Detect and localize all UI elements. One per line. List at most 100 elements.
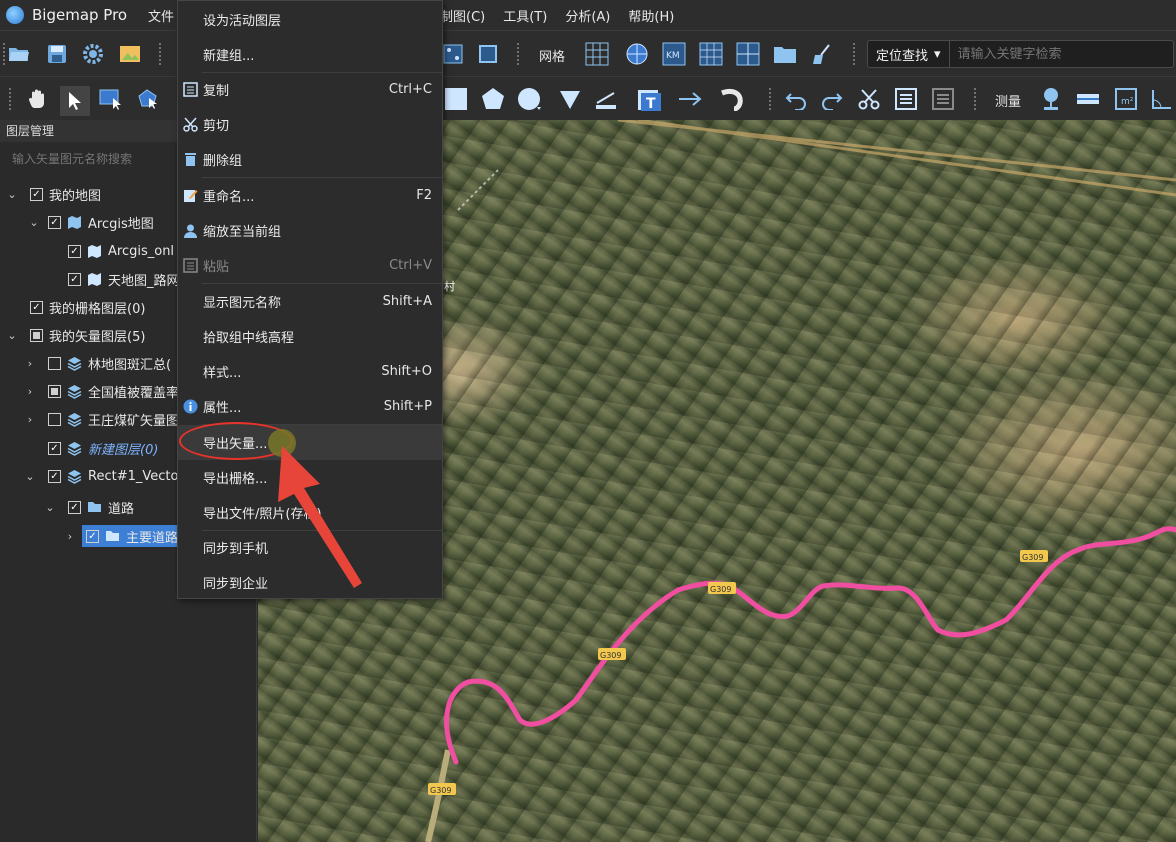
globe-grid-icon[interactable] (624, 41, 650, 67)
menu-delete-group[interactable]: 删除组 (178, 142, 442, 177)
chevron-right-icon[interactable]: › (24, 413, 36, 426)
draw-line-icon[interactable] (594, 86, 620, 112)
menu-draw[interactable]: 制图(C) (440, 6, 485, 25)
open-folder-icon[interactable] (6, 41, 32, 67)
menu-zoom-to-group[interactable]: 缩放至当前组 (178, 213, 442, 248)
select-polygon-icon[interactable] (135, 86, 161, 112)
km-grid-icon[interactable]: KM (661, 41, 687, 67)
undo-icon[interactable] (783, 86, 809, 112)
grid-label: 网格 (539, 50, 566, 65)
folder-icon[interactable] (772, 41, 798, 67)
tree-item-label: Arcgis地图 (88, 216, 154, 232)
measure-angle-icon[interactable] (1148, 86, 1174, 112)
map-icon (87, 244, 102, 259)
select-dots-icon[interactable] (440, 41, 466, 67)
menu-pick-elevation[interactable]: 拾取组中线高程 (178, 319, 442, 354)
wgs-grid-icon[interactable] (698, 41, 724, 67)
menu-file[interactable]: 文件 (148, 6, 174, 25)
user-zoom-icon (182, 223, 198, 239)
draw-curve-icon[interactable] (720, 86, 746, 112)
menu-paste[interactable]: 粘贴 Ctrl+V (178, 248, 442, 283)
draw-arrow-icon[interactable] (678, 86, 704, 112)
menu-item-label: 同步到企业 (203, 577, 269, 592)
settings-gear-icon[interactable] (80, 41, 106, 67)
scissors-icon[interactable] (856, 86, 882, 112)
chevron-right-icon[interactable]: › (64, 530, 76, 543)
chevron-down-icon[interactable]: ⌄ (28, 216, 40, 229)
search-type-dropdown[interactable]: 定位查找 ▾ (868, 41, 950, 67)
menu-show-feature-names[interactable]: 显示图元名称 Shift+A (178, 284, 442, 319)
chevron-down-icon[interactable]: ⌄ (6, 329, 18, 342)
draw-rectangle-icon[interactable] (443, 86, 469, 112)
redo-icon[interactable] (819, 86, 845, 112)
main-road-line[interactable] (444, 526, 1176, 765)
menu-analysis[interactable]: 分析(A) (565, 6, 610, 25)
menu-item-shortcut: F2 (416, 188, 432, 203)
checkbox[interactable]: ✓ (68, 244, 81, 258)
draw-text-icon[interactable]: T (637, 86, 663, 112)
pan-hand-icon[interactable] (24, 86, 50, 112)
chevron-right-icon[interactable]: › (24, 385, 36, 398)
road-label-text: G309 (430, 786, 451, 795)
village-label: 村 (444, 279, 455, 293)
checkbox[interactable] (48, 384, 61, 398)
toolbar-separator (516, 42, 520, 66)
menu-set-active-layer[interactable]: 设为活动图层 (178, 2, 442, 37)
save-icon[interactable] (44, 41, 70, 67)
image-icon[interactable] (117, 41, 143, 67)
measure-area-icon[interactable]: m² (1113, 86, 1139, 112)
tree-item-label: 全国植被覆盖率 (88, 385, 180, 401)
tree-item-label: 我的矢量图层(5) (49, 329, 146, 345)
road-label-g309: G309 (598, 648, 626, 660)
checkbox[interactable]: ✓ (68, 500, 81, 514)
menu-copy[interactable]: 复制 Ctrl+C (178, 72, 442, 107)
draw-polygon-icon[interactable] (480, 86, 506, 112)
menu-style[interactable]: 样式... Shift+O (178, 354, 442, 389)
select-arrow-icon[interactable] (60, 86, 90, 116)
paste-feature-icon[interactable] (930, 86, 956, 112)
measure-distance-icon[interactable] (1075, 86, 1101, 112)
layers-icon (67, 441, 82, 456)
chevron-right-icon[interactable]: › (24, 357, 36, 370)
search-input[interactable] (949, 46, 1173, 62)
copy-feature-icon[interactable] (893, 86, 919, 112)
full-extent-icon[interactable] (475, 41, 501, 67)
checkbox[interactable]: ✓ (48, 441, 61, 455)
checkbox[interactable] (48, 356, 61, 370)
menu-help[interactable]: 帮助(H) (628, 6, 674, 25)
app-title: Bigemap Pro (32, 6, 128, 24)
checkbox[interactable]: ✓ (30, 300, 43, 314)
tree-item-label: Arcgis_onl (108, 243, 175, 259)
menu-tools[interactable]: 工具(T) (503, 6, 547, 25)
svg-text:T: T (646, 96, 656, 112)
select-rect-icon[interactable] (98, 86, 124, 112)
checkbox[interactable]: ✓ (48, 469, 61, 483)
menu-item-label: 导出栅格... (203, 472, 268, 487)
draw-sector-icon[interactable] (557, 86, 583, 112)
draw-circle-icon[interactable] (517, 86, 543, 112)
chevron-down-icon[interactable]: ⌄ (44, 501, 56, 514)
measure-point-icon[interactable] (1038, 86, 1064, 112)
sheet-grid-icon[interactable] (735, 41, 761, 67)
menu-properties[interactable]: 属性... Shift+P (178, 389, 442, 424)
folder-icon (87, 500, 102, 515)
chevron-down-icon[interactable]: ⌄ (6, 188, 18, 201)
checkbox[interactable] (30, 328, 43, 342)
menu-item-label: 剪切 (203, 119, 230, 134)
checkbox[interactable]: ✓ (48, 215, 61, 229)
menu-cut[interactable]: 剪切 (178, 107, 442, 142)
checkbox[interactable]: ✓ (68, 272, 81, 286)
menu-item-label: 同步到手机 (203, 542, 269, 557)
checkbox[interactable]: ✓ (30, 187, 43, 201)
chevron-down-icon[interactable]: ⌄ (24, 470, 36, 483)
menu-item-label: 属性... (203, 401, 242, 416)
menu-new-group[interactable]: 新建组... (178, 37, 442, 72)
map-icon (87, 272, 102, 287)
grid-icon[interactable] (584, 41, 610, 67)
selected-highlight: ✓ 主要道路 (82, 525, 183, 547)
menu-rename[interactable]: 重命名... F2 (178, 178, 442, 213)
checkbox[interactable]: ✓ (86, 529, 99, 543)
broom-clear-icon[interactable] (809, 41, 835, 67)
menu-item-shortcut: Ctrl+C (388, 82, 432, 97)
checkbox[interactable] (48, 412, 61, 426)
